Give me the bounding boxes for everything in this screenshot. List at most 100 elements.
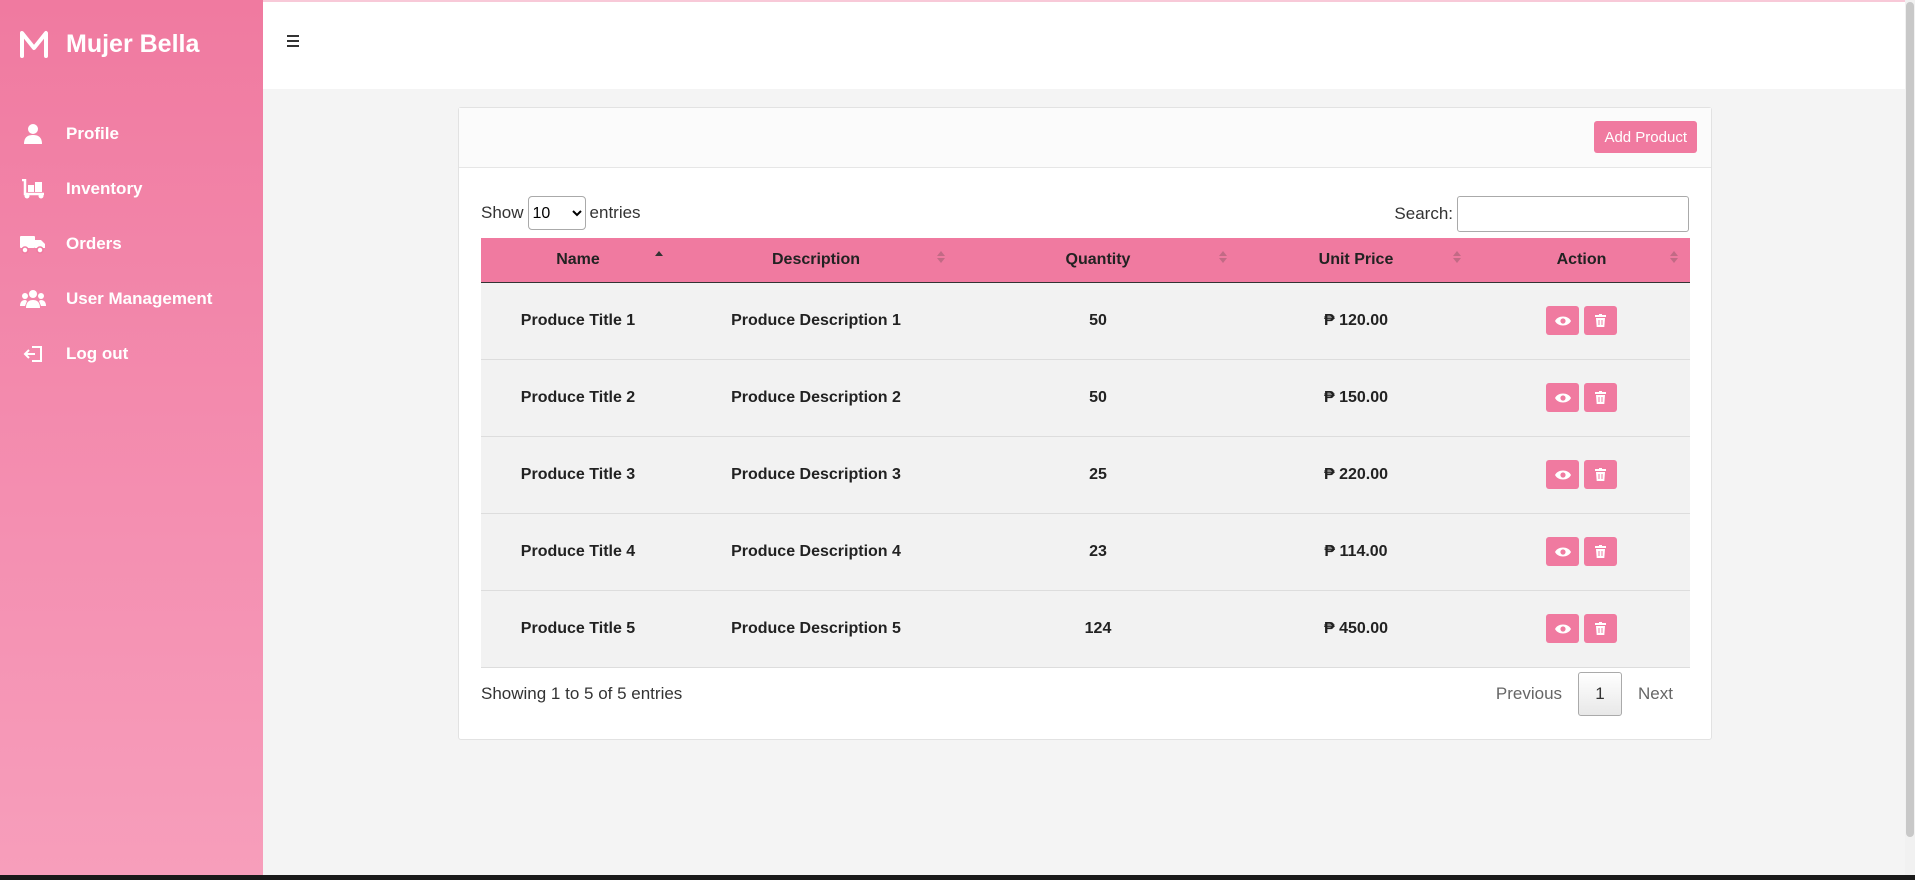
view-button[interactable] (1546, 383, 1579, 412)
cell-action (1473, 590, 1690, 667)
products-card: Add Product Show 10 25 50 100 entries Se… (458, 107, 1712, 740)
sort-ascending-icon (655, 251, 663, 269)
show-label: Show (481, 203, 524, 222)
column-header-description[interactable]: Description (675, 238, 957, 283)
table-row: Produce Title 2 Produce Description 2 50… (481, 359, 1690, 436)
table-info: Showing 1 to 5 of 5 entries (481, 684, 683, 703)
sidebar-item-label: Orders (66, 233, 122, 253)
cell-name: Produce Title 5 (520, 619, 636, 637)
sidebar-item-profile[interactable]: Profile (0, 106, 263, 161)
cell-quantity: 124 (1084, 619, 1112, 637)
column-header-label: Name (556, 250, 600, 268)
vertical-scrollbar[interactable] (1905, 0, 1915, 875)
column-header-unit-price[interactable]: Unit Price (1239, 238, 1473, 283)
cell-quantity: 25 (1089, 465, 1107, 483)
sidebar-nav: Profile Inventory Orders User Management… (0, 106, 263, 381)
table-controls: Show 10 25 50 100 entries Search: (481, 188, 1689, 232)
cell-description: Produce Description 2 (731, 388, 901, 406)
eye-icon (1554, 547, 1571, 556)
search-label: Search: (1394, 204, 1453, 223)
sidebar-item-label: Log out (66, 343, 129, 363)
trash-icon (1595, 314, 1606, 327)
sidebar-item-label: User Management (66, 288, 213, 308)
trash-icon (1595, 391, 1606, 404)
cell-name: Produce Title 2 (520, 388, 636, 406)
trash-icon (1595, 545, 1606, 558)
products-table: Name Description Quantity Unit Price Act… (481, 238, 1690, 668)
cell-action (1473, 282, 1690, 359)
entries-select[interactable]: 10 25 50 100 (527, 196, 586, 230)
table-row: Produce Title 5 Produce Description 5 12… (481, 590, 1690, 667)
scrollbar-thumb[interactable] (1906, 2, 1914, 837)
sidebar-item-label: Profile (66, 123, 119, 143)
sidebar-item-logout[interactable]: Log out (0, 326, 263, 381)
table-row: Produce Title 1 Produce Description 1 50… (481, 282, 1690, 359)
sort-icon (937, 251, 945, 269)
user-icon (20, 121, 46, 147)
add-product-button[interactable]: Add Product (1594, 121, 1697, 153)
pagination: Previous 1 Next (1480, 672, 1689, 716)
entries-label: entries (589, 203, 641, 222)
delete-button[interactable] (1584, 537, 1617, 566)
delete-button[interactable] (1584, 460, 1617, 489)
previous-page-button[interactable]: Previous (1480, 684, 1578, 704)
column-header-label: Description (771, 250, 860, 268)
cell-quantity: 50 (1089, 311, 1107, 329)
cell-name: Produce Title 3 (520, 465, 636, 483)
truck-icon (20, 231, 46, 257)
column-header-quantity[interactable]: Quantity (957, 238, 1239, 283)
table-header-row: Name Description Quantity Unit Price Act… (481, 238, 1690, 283)
search-input[interactable] (1457, 196, 1689, 232)
view-button[interactable] (1546, 460, 1579, 489)
brand-logo-icon (20, 31, 48, 58)
column-header-label: Action (1556, 250, 1607, 268)
sort-icon (1453, 251, 1461, 269)
cell-unit-price: ₱ 450.00 (1323, 619, 1389, 637)
sort-icon (1670, 251, 1678, 269)
eye-icon (1554, 470, 1571, 479)
column-header-label: Quantity (1065, 250, 1131, 268)
delete-button[interactable] (1584, 383, 1617, 412)
sidebar: Mujer Bella Profile Inventory Orders Use… (0, 0, 263, 875)
delete-button[interactable] (1584, 614, 1617, 643)
sidebar-item-orders[interactable]: Orders (0, 216, 263, 271)
eye-icon (1554, 316, 1571, 325)
cell-quantity: 50 (1089, 388, 1107, 406)
brand[interactable]: Mujer Bella (0, 0, 263, 88)
cell-description: Produce Description 4 (731, 542, 901, 560)
cell-name: Produce Title 4 (520, 542, 636, 560)
sort-icon (1219, 251, 1227, 269)
column-header-label: Unit Price (1318, 250, 1394, 268)
cell-action (1473, 436, 1690, 513)
sidebar-item-user-management[interactable]: User Management (0, 271, 263, 326)
page-button-current[interactable]: 1 (1578, 672, 1623, 716)
users-icon (20, 286, 46, 312)
cell-name: Produce Title 1 (520, 311, 636, 329)
delete-button[interactable] (1584, 306, 1617, 335)
cell-unit-price: ₱ 220.00 (1323, 465, 1389, 483)
column-header-action[interactable]: Action (1473, 238, 1690, 283)
cell-action (1473, 359, 1690, 436)
view-button[interactable] (1546, 614, 1579, 643)
table-row: Produce Title 3 Produce Description 3 25… (481, 436, 1690, 513)
search-box: Search: (1394, 196, 1689, 232)
hamburger-menu-icon[interactable] (287, 35, 303, 49)
trash-icon (1595, 622, 1606, 635)
view-button[interactable] (1546, 306, 1579, 335)
view-button[interactable] (1546, 537, 1579, 566)
cell-description: Produce Description 3 (731, 465, 901, 483)
cell-unit-price: ₱ 114.00 (1324, 542, 1388, 560)
column-header-name[interactable]: Name (481, 238, 675, 283)
trash-icon (1595, 468, 1606, 481)
next-page-button[interactable]: Next (1622, 684, 1689, 704)
cell-description: Produce Description 5 (731, 619, 901, 637)
entries-length: Show 10 25 50 100 entries (481, 196, 641, 230)
sidebar-item-label: Inventory (66, 178, 143, 198)
sidebar-item-inventory[interactable]: Inventory (0, 161, 263, 216)
logout-icon (20, 341, 46, 367)
cell-unit-price: ₱ 150.00 (1323, 388, 1389, 406)
card-header: Add Product (459, 108, 1711, 168)
eye-icon (1554, 624, 1571, 633)
eye-icon (1554, 393, 1571, 402)
cell-action (1473, 513, 1690, 590)
